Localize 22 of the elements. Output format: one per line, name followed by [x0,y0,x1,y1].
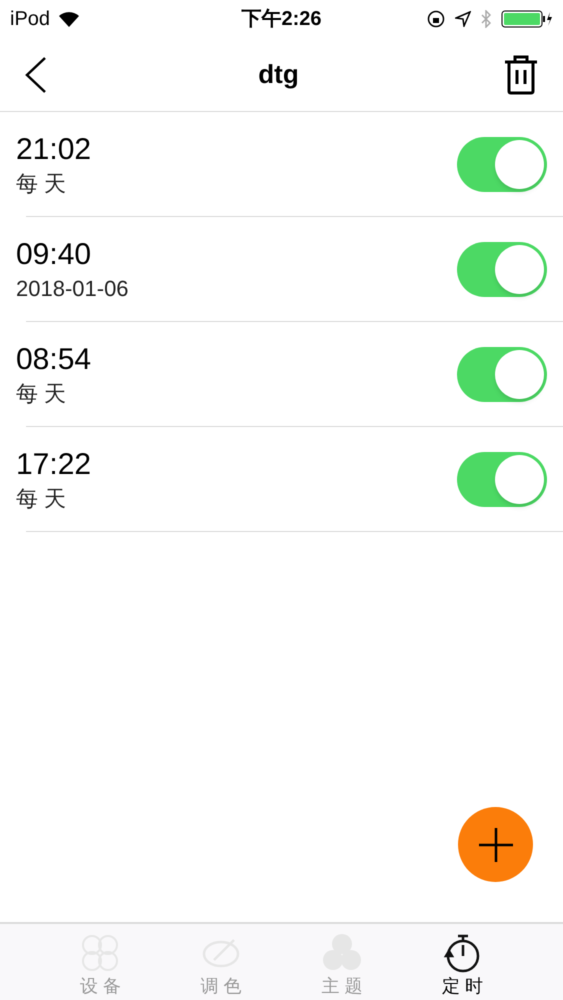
timer-repeat: 每 天 [16,484,68,512]
carrier-name: iPod [10,7,50,32]
tab-item[interactable]: 设 备 [55,924,146,1000]
status-time: 下午2:26 [241,7,322,32]
timer-time: 08:54 [16,342,92,378]
timer-time: 21:02 [16,132,92,168]
wifi-icon [58,11,80,27]
timer-repeat: 每 天 [16,170,68,198]
battery-icon [501,10,553,28]
tab-item[interactable]: 调 色 [176,924,266,1000]
timer-repeat: 2018-01-06 [16,274,129,302]
tab-item[interactable]: 主 题 [296,924,387,1000]
page-title: dtg [258,58,299,91]
trash-icon[interactable] [502,54,539,94]
timer-time: 17:22 [16,446,92,482]
location-icon [455,11,471,27]
tab-item[interactable]: 定 时 [418,924,508,1000]
timer-repeat: 每 天 [16,380,68,408]
bluetooth-icon [481,10,491,28]
timer-time: 09:40 [16,236,92,272]
plus-icon [476,826,514,864]
rotation-lock-icon [427,10,445,28]
